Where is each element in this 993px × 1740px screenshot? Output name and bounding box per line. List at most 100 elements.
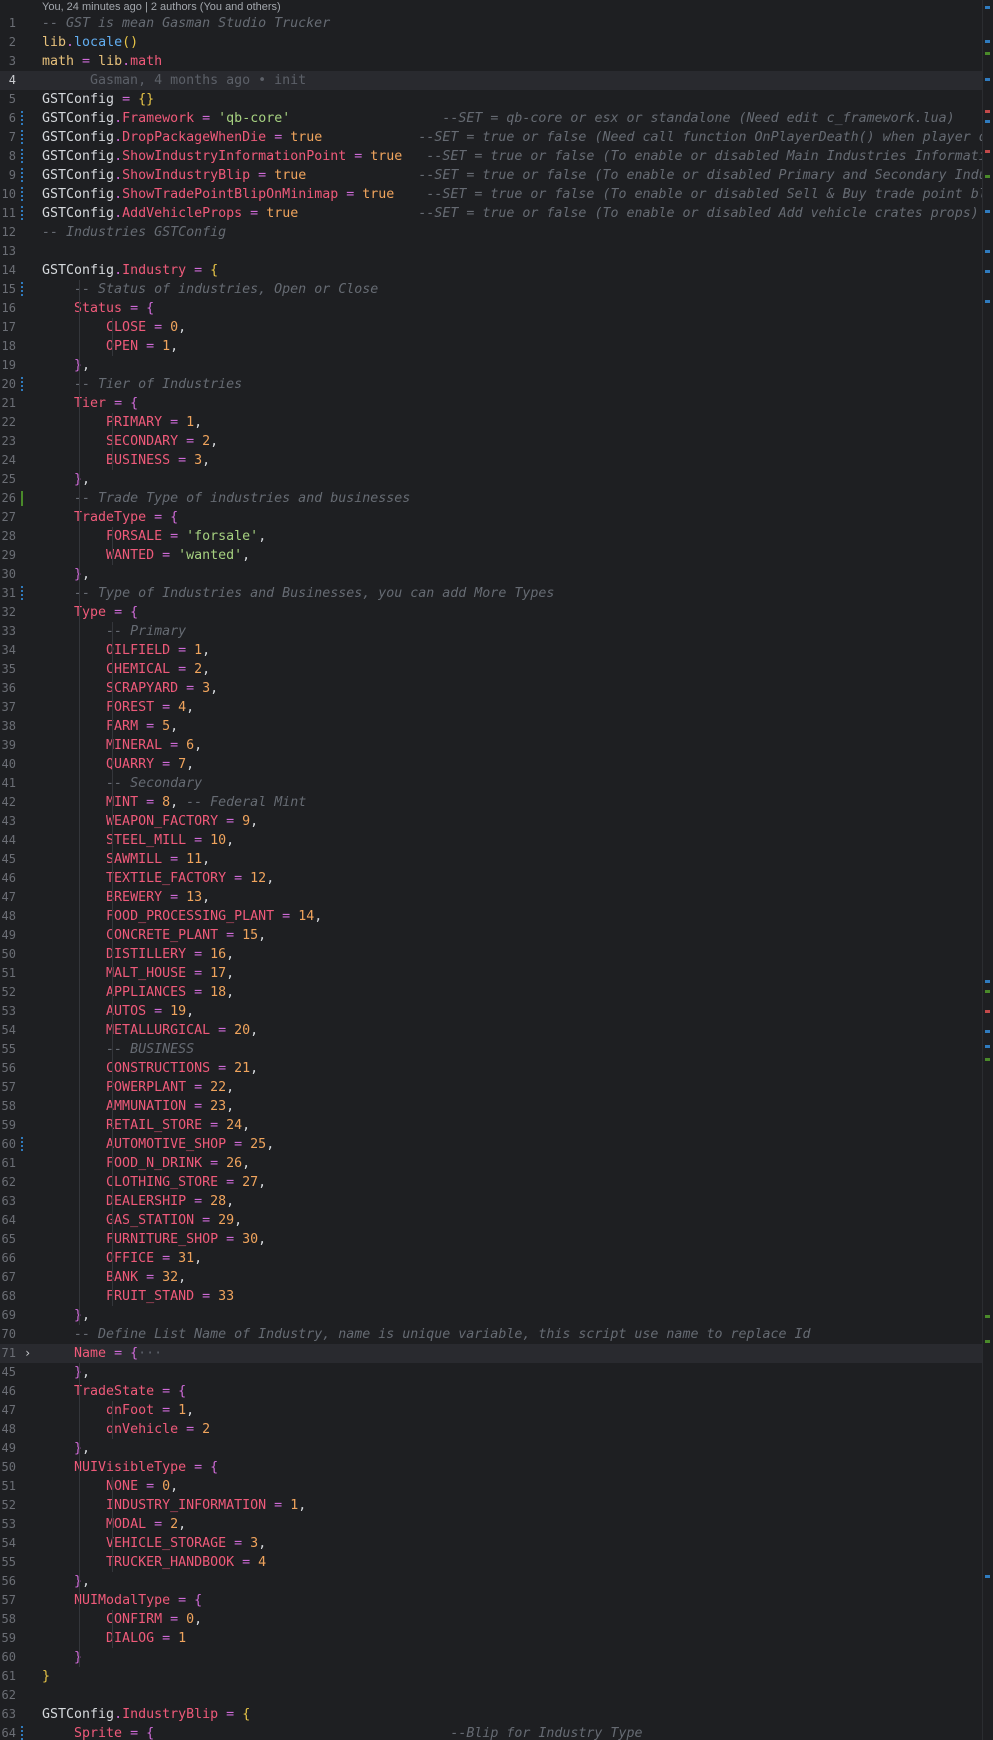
code-line[interactable]: 5 GSTConfig = {} xyxy=(0,90,982,109)
code-text[interactable]: FORSALE = 'forsale', xyxy=(42,527,266,546)
code-line[interactable]: 66 OFFICE = 31, xyxy=(0,1249,982,1268)
code-line[interactable]: 55 -- BUSINESS xyxy=(0,1040,982,1059)
code-text[interactable]: METALLURGICAL = 20, xyxy=(42,1021,258,1040)
code-line[interactable]: 63 DEALERSHIP = 28, xyxy=(0,1192,982,1211)
code-line[interactable]: 52 APPLIANCES = 18, xyxy=(0,983,982,1002)
code-line[interactable]: 37 FOREST = 4, xyxy=(0,698,982,717)
code-text[interactable]: TradeState = { xyxy=(42,1382,186,1401)
code-line[interactable]: 24 BUSINESS = 3, xyxy=(0,451,982,470)
code-line[interactable]: 19 }, xyxy=(0,356,982,375)
code-line[interactable]: 50 NUIVisibleType = { xyxy=(0,1458,982,1477)
code-line[interactable]: 60 AUTOMOTIVE_SHOP = 25, xyxy=(0,1135,982,1154)
code-line[interactable]: 47 BREWERY = 13, xyxy=(0,888,982,907)
code-text[interactable]: TradeType = { xyxy=(42,508,178,527)
code-text[interactable]: CONSTRUCTIONS = 21, xyxy=(42,1059,258,1078)
code-line[interactable]: 1 -- GST is mean Gasman Studio Trucker xyxy=(0,14,982,33)
code-line[interactable]: 49 CONCRETE_PLANT = 15, xyxy=(0,926,982,945)
code-text[interactable]: OFFICE = 31, xyxy=(42,1249,202,1268)
code-line[interactable]: 68 FRUIT_STAND = 33 xyxy=(0,1287,982,1306)
code-text[interactable]: -- Tier of Industries xyxy=(42,375,242,394)
code-line[interactable]: 71 › Name = {··· xyxy=(0,1344,982,1363)
code-line[interactable]: 44 STEEL_MILL = 10, xyxy=(0,831,982,850)
code-text[interactable]: AUTOMOTIVE_SHOP = 25, xyxy=(42,1135,274,1154)
code-line[interactable]: 29 WANTED = 'wanted', xyxy=(0,546,982,565)
code-line[interactable]: 54 VEHICLE_STORAGE = 3, xyxy=(0,1534,982,1553)
code-text[interactable]: POWERPLANT = 22, xyxy=(42,1078,234,1097)
code-text[interactable]: FOOD_N_DRINK = 26, xyxy=(42,1154,250,1173)
code-line[interactable]: 32 Type = { xyxy=(0,603,982,622)
code-text[interactable]: Name = {··· xyxy=(42,1344,162,1363)
code-text[interactable]: MODAL = 2, xyxy=(42,1515,186,1534)
code-line[interactable]: 56 CONSTRUCTIONS = 21, xyxy=(0,1059,982,1078)
code-text[interactable]: BREWERY = 13, xyxy=(42,888,210,907)
code-line[interactable]: 54 METALLURGICAL = 20, xyxy=(0,1021,982,1040)
code-line[interactable]: 52 INDUSTRY_INFORMATION = 1, xyxy=(0,1496,982,1515)
code-line[interactable]: 3 math = lib.math xyxy=(0,52,982,71)
code-line[interactable]: 22 PRIMARY = 1, xyxy=(0,413,982,432)
code-text[interactable]: GSTConfig = {} xyxy=(42,90,154,109)
code-text[interactable]: GSTConfig.Industry = { xyxy=(42,261,218,280)
code-text[interactable]: WANTED = 'wanted', xyxy=(42,546,250,565)
code-text[interactable]: FRUIT_STAND = 33 xyxy=(42,1287,234,1306)
code-text[interactable]: OILFIELD = 1, xyxy=(42,641,210,660)
fold-chevron-icon[interactable]: › xyxy=(24,1344,36,1363)
code-line[interactable]: 33 -- Primary xyxy=(0,622,982,641)
code-line[interactable]: 4 Gasman, 4 months ago • init xyxy=(0,71,982,90)
code-line[interactable]: 12 -- Industries GSTConfig xyxy=(0,223,982,242)
code-line[interactable]: 57 POWERPLANT = 22, xyxy=(0,1078,982,1097)
code-text[interactable]: }, xyxy=(42,470,90,489)
code-line[interactable]: 20 -- Tier of Industries xyxy=(0,375,982,394)
code-line[interactable]: 11 GSTConfig.AddVehicleProps = true --SET… xyxy=(0,204,982,223)
code-text[interactable]: Tier = { xyxy=(42,394,138,413)
git-modified-marker[interactable] xyxy=(21,1137,23,1152)
code-line[interactable]: 6 GSTConfig.Framework = 'qb-core' --SET =… xyxy=(0,109,982,128)
code-text[interactable]: lib.locale() xyxy=(42,33,138,52)
code-text[interactable]: CONFIRM = 0, xyxy=(42,1610,202,1629)
code-line[interactable]: 16 Status = { xyxy=(0,299,982,318)
code-line[interactable]: 14 GSTConfig.Industry = { xyxy=(0,261,982,280)
code-text[interactable]: CHEMICAL = 2, xyxy=(42,660,210,679)
code-text[interactable]: -- Type of Industries and Businesses, yo… xyxy=(42,584,554,603)
code-text[interactable]: } xyxy=(42,1667,50,1686)
code-text[interactable]: Type = { xyxy=(42,603,138,622)
code-text[interactable]: CONCRETE_PLANT = 15, xyxy=(42,926,266,945)
code-line[interactable]: 49 }, xyxy=(0,1439,982,1458)
code-text[interactable]: MINT = 8, -- Federal Mint xyxy=(42,793,306,812)
code-text[interactable]: SAWMILL = 11, xyxy=(42,850,210,869)
code-text[interactable]: BANK = 32, xyxy=(42,1268,186,1287)
code-line[interactable]: 9 GSTConfig.ShowIndustryBlip = true --SET… xyxy=(0,166,993,185)
git-modified-marker[interactable] xyxy=(21,187,23,202)
code-line[interactable]: 64 GAS_STATION = 29, xyxy=(0,1211,982,1230)
code-text[interactable]: Gasman, 4 months ago • init xyxy=(42,71,306,90)
code-text[interactable]: }, xyxy=(42,356,90,375)
code-text[interactable]: }, xyxy=(42,1439,90,1458)
code-text[interactable]: -- Secondary xyxy=(42,774,202,793)
code-line[interactable]: 7 GSTConfig.DropPackageWhenDie = true --S… xyxy=(0,128,993,147)
code-line[interactable]: 31 -- Type of Industries and Businesses,… xyxy=(0,584,982,603)
code-text[interactable]: onFoot = 1, xyxy=(42,1401,194,1420)
code-line[interactable]: 47 onFoot = 1, xyxy=(0,1401,982,1420)
code-line[interactable]: 58 AMMUNATION = 23, xyxy=(0,1097,982,1116)
code-line[interactable]: 18 OPEN = 1, xyxy=(0,337,982,356)
code-text[interactable]: TEXTILE_FACTORY = 12, xyxy=(42,869,274,888)
code-text[interactable]: CLOSE = 0, xyxy=(42,318,186,337)
code-text[interactable]: OPEN = 1, xyxy=(42,337,178,356)
git-modified-marker[interactable] xyxy=(21,149,23,164)
code-line[interactable]: 48 FOOD_PROCESSING_PLANT = 14, xyxy=(0,907,982,926)
code-line[interactable]: 48 onVehicle = 2 xyxy=(0,1420,982,1439)
code-text[interactable]: FURNITURE_SHOP = 30, xyxy=(42,1230,266,1249)
code-line[interactable]: 53 MODAL = 2, xyxy=(0,1515,982,1534)
code-text[interactable]: DEALERSHIP = 28, xyxy=(42,1192,234,1211)
code-line[interactable]: 61} xyxy=(0,1667,982,1686)
code-line[interactable]: 8 GSTConfig.ShowIndustryInformationPoint … xyxy=(0,147,993,166)
code-text[interactable]: VEHICLE_STORAGE = 3, xyxy=(42,1534,266,1553)
code-text[interactable]: }, xyxy=(42,1306,90,1325)
git-modified-marker[interactable] xyxy=(21,282,23,297)
git-modified-marker[interactable] xyxy=(21,111,23,126)
code-text[interactable]: -- Trade Type of industries and business… xyxy=(42,489,410,508)
code-text[interactable]: -- GST is mean Gasman Studio Trucker xyxy=(42,14,330,33)
code-text[interactable]: SCRAPYARD = 3, xyxy=(42,679,218,698)
code-text[interactable]: DIALOG = 1 xyxy=(42,1629,186,1648)
git-blame-header[interactable]: You, 24 minutes ago | 2 authors (You and… xyxy=(42,0,281,14)
code-text[interactable]: INDUSTRY_INFORMATION = 1, xyxy=(42,1496,306,1515)
